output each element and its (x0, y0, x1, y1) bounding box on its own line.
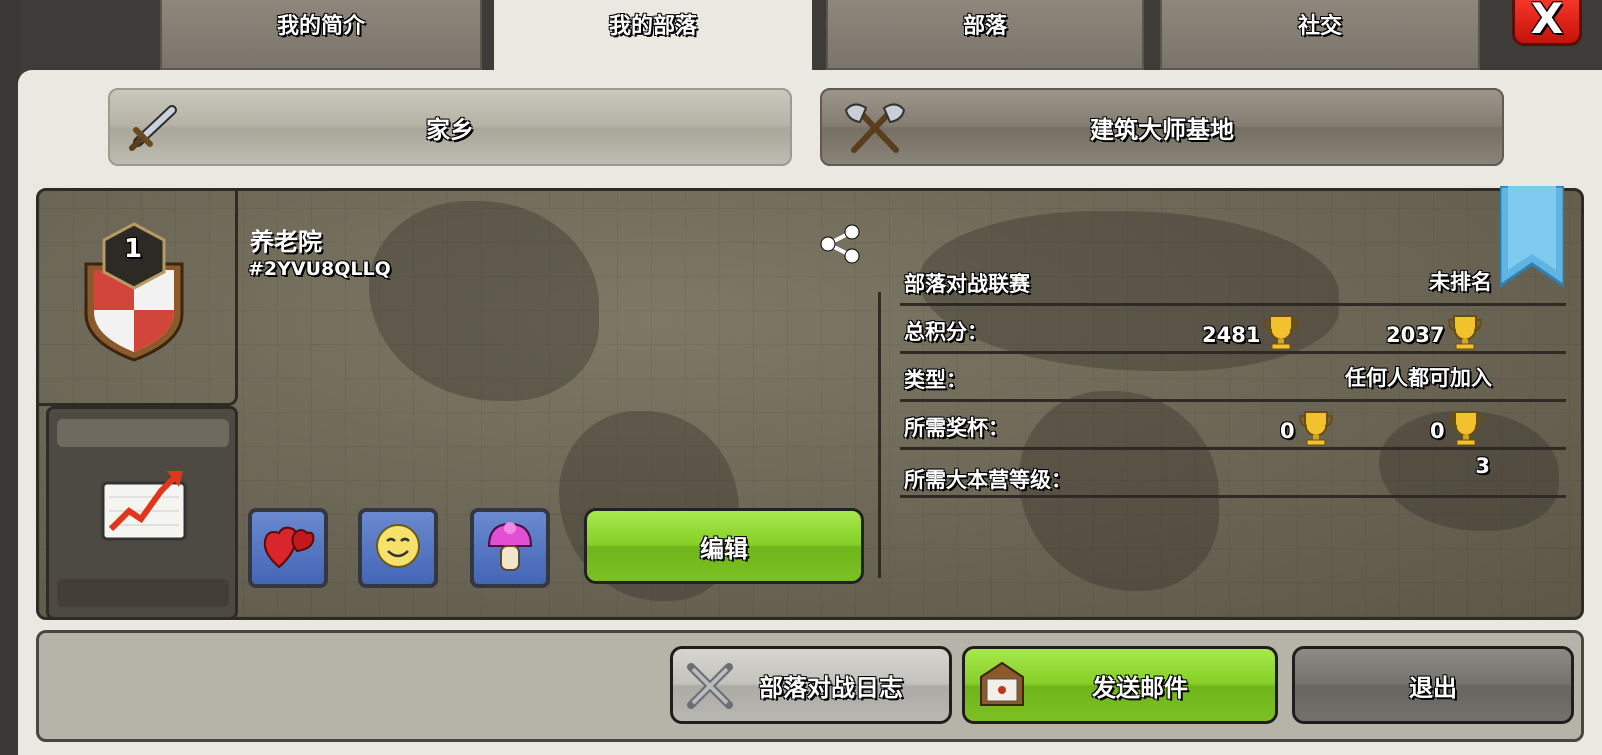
heart-icon (261, 521, 315, 575)
side-tab-header (57, 419, 229, 447)
stats-divider (878, 292, 881, 578)
war-log-button[interactable]: 部落对战日志 (670, 646, 952, 724)
mushroom-icon (485, 518, 535, 578)
tab-label: 社交 (1297, 14, 1342, 39)
clan-tag: #2YVU8QLLQ (248, 258, 391, 280)
tab-label: 我的简介 (276, 14, 365, 39)
stat-value: 3 (1475, 454, 1490, 478)
stat-value: 任何人都可加入 (1345, 366, 1492, 390)
clan-name: 养老院 (250, 228, 322, 256)
clan-badge-box: 1 (36, 188, 238, 406)
stat-value: 0 (1280, 418, 1295, 443)
clan-level: 1 (124, 234, 143, 264)
share-icon[interactable] (818, 222, 862, 270)
mail-icon (975, 659, 1029, 719)
stat-label: 所需大本营等级： (904, 468, 1072, 492)
builder-required: 0 (1430, 410, 1483, 451)
edit-label: 编辑 (700, 534, 748, 563)
map-continent (369, 201, 599, 401)
edit-button[interactable]: 编辑 (584, 508, 864, 584)
stat-value: 2037 (1386, 322, 1445, 347)
clan-side-tab (46, 406, 238, 620)
home-required: 0 (1280, 410, 1333, 451)
home-points: 2481 (1202, 314, 1299, 355)
stats-chart-icon[interactable] (99, 465, 191, 551)
trophy-icon (1298, 410, 1333, 451)
trophy-icon (1448, 410, 1483, 451)
leave-label: 退出 (1409, 673, 1457, 702)
leave-clan-button[interactable]: 退出 (1292, 646, 1574, 724)
tab-label: 我的部落 (608, 14, 697, 39)
stat-value: 0 (1430, 418, 1445, 443)
clan-stats-table: 部落对战联赛 未排名 总积分： 2481 2037 类型： 任何人都可加入 所需… (900, 258, 1566, 498)
stat-label: 所需奖杯： (904, 416, 1009, 440)
home-village-label: 家乡 (426, 115, 474, 144)
clan-label-mushroom[interactable] (470, 508, 550, 588)
trophy-icon (1264, 314, 1299, 355)
builder-base-button[interactable]: 建筑大师基地 (820, 88, 1504, 166)
stat-value: 未排名 (1429, 270, 1492, 294)
left-edge (0, 0, 20, 755)
sword-icon (128, 100, 184, 158)
clan-label-smile[interactable] (358, 508, 438, 588)
trophy-icon (1448, 314, 1483, 355)
stat-type: 类型： 任何人都可加入 (900, 354, 1566, 402)
send-mail-label: 发送邮件 (1092, 673, 1188, 702)
tab-social[interactable]: 社交 (1160, 0, 1480, 70)
tab-my-clan[interactable]: 我的部落 (494, 0, 812, 70)
tab-my-profile[interactable]: 我的简介 (160, 0, 482, 70)
send-mail-button[interactable]: 发送邮件 (962, 646, 1278, 724)
clan-shield-badge-icon: 1 (78, 222, 190, 366)
close-icon: X (1530, 0, 1564, 43)
stat-required-th: 所需大本营等级： 3 (900, 450, 1566, 498)
stat-label: 部落对战联赛 (904, 272, 1030, 296)
crossed-swords-icon (683, 659, 737, 719)
stat-required-trophies: 所需奖杯： 0 0 (900, 402, 1566, 450)
crossed-axes-icon (840, 100, 910, 164)
tab-label: 部落 (962, 14, 1007, 39)
builder-points: 2037 (1386, 314, 1483, 355)
home-village-button[interactable]: 家乡 (108, 88, 792, 166)
stat-value: 2481 (1202, 322, 1261, 347)
close-button[interactable]: X (1512, 0, 1582, 46)
smile-icon (373, 521, 423, 575)
stat-total-points: 总积分： 2481 2037 (900, 306, 1566, 354)
stat-war-league: 部落对战联赛 未排名 (900, 258, 1566, 306)
war-log-label: 部落对战日志 (759, 673, 903, 702)
stat-label: 总积分： (904, 320, 988, 344)
builder-base-label: 建筑大师基地 (1090, 115, 1234, 144)
stat-label: 类型： (904, 368, 967, 392)
tab-clans[interactable]: 部落 (826, 0, 1144, 70)
side-tab-footer (57, 579, 229, 607)
clan-label-heart[interactable] (248, 508, 328, 588)
